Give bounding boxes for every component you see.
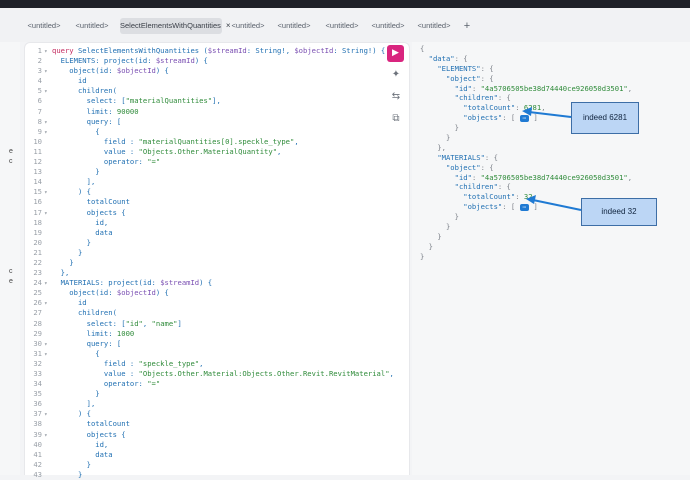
- arrow-head-elements: [522, 107, 532, 116]
- arrow-head-materials: [526, 195, 536, 204]
- annotation-box-materials: indeed 32: [581, 198, 657, 226]
- arrow-line-materials: [532, 199, 582, 211]
- annotation-box-elements: indeed 6281: [571, 102, 639, 134]
- annotation-arrows: [522, 107, 582, 211]
- arrow-line-elements: [528, 111, 572, 118]
